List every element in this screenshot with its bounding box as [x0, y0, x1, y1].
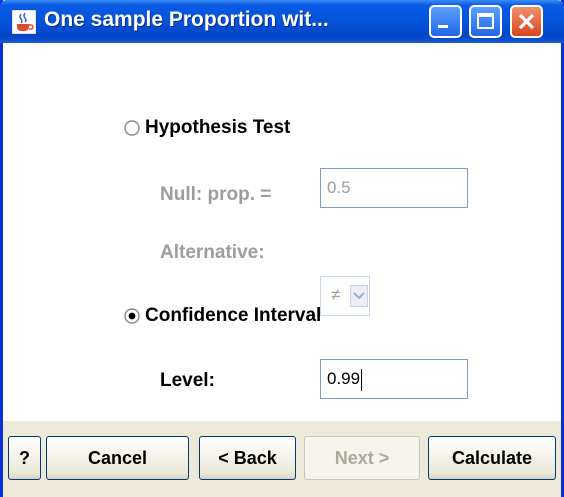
hypothesis-test-radio[interactable] [123, 119, 141, 137]
confidence-interval-label[interactable]: Confidence Interval [145, 305, 321, 327]
dialog-window: One sample Proportion wit... Hypothesis … [0, 0, 564, 497]
null-prop-input[interactable]: 0.5 [320, 168, 468, 208]
help-button[interactable]: ? [8, 436, 41, 480]
calculate-button[interactable]: Calculate [428, 436, 556, 480]
dialog-content: Hypothesis Test Null: prop. = 0.5 Altern… [3, 43, 561, 421]
level-value: 0.99 [327, 369, 361, 388]
null-prop-label: Null: prop. = [160, 184, 272, 205]
confidence-interval-radio[interactable] [123, 307, 141, 325]
close-button[interactable] [510, 5, 543, 38]
next-button: Next > [304, 436, 420, 480]
button-bar: ? Cancel < Back Next > Calculate [3, 421, 561, 497]
cancel-button[interactable]: Cancel [46, 436, 189, 480]
text-caret [361, 368, 363, 391]
title-bar[interactable]: One sample Proportion wit... [0, 0, 564, 43]
minimize-button[interactable] [429, 5, 462, 38]
level-input[interactable]: 0.99 [320, 359, 468, 399]
java-cup-icon [12, 10, 36, 34]
level-label: Level: [160, 370, 215, 391]
maximize-button[interactable] [469, 5, 502, 38]
maximize-icon [477, 13, 494, 29]
window-title: One sample Proportion wit... [44, 8, 329, 31]
close-icon [518, 13, 535, 30]
alternative-value: ≠ [331, 285, 341, 304]
back-button[interactable]: < Back [199, 436, 296, 480]
minimize-icon [438, 25, 448, 28]
alternative-label: Alternative: [160, 242, 265, 263]
alternative-select[interactable]: ≠ [320, 276, 370, 316]
hypothesis-test-label[interactable]: Hypothesis Test [145, 117, 290, 139]
alternative-dropdown-button[interactable] [350, 285, 368, 307]
chevron-down-icon [353, 292, 365, 300]
